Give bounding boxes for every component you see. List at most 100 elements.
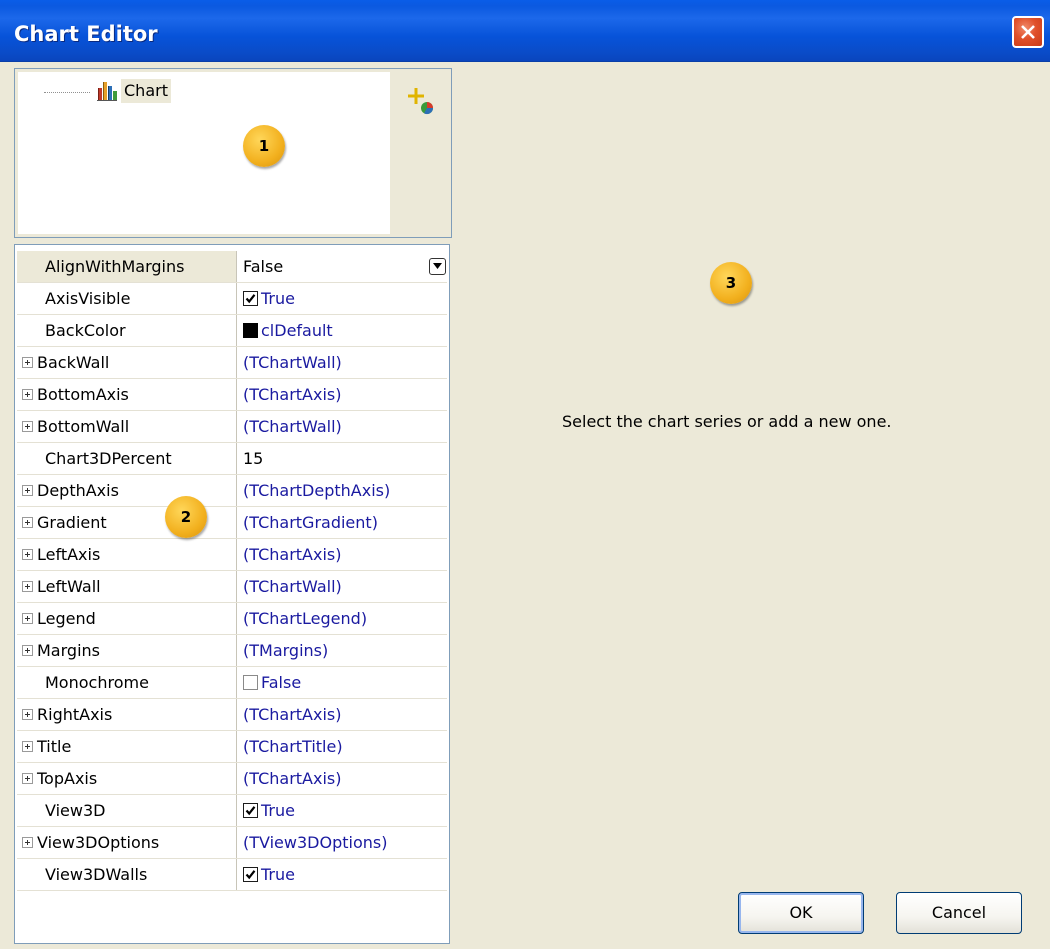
cancel-button[interactable]: Cancel xyxy=(896,892,1022,934)
checkbox-unchecked-icon[interactable] xyxy=(243,674,258,690)
property-value[interactable]: (TChartAxis) xyxy=(243,539,341,570)
property-name-cell[interactable]: Chart3DPercent xyxy=(17,443,237,474)
expand-plus-icon[interactable] xyxy=(22,709,33,720)
series-hint-text: Select the chart series or add a new one… xyxy=(562,412,892,431)
expand-plus-icon[interactable] xyxy=(22,645,33,656)
property-row[interactable]: Chart3DPercent 15 xyxy=(17,443,447,475)
checkbox-checked-icon[interactable] xyxy=(243,802,258,818)
property-name-cell[interactable]: BottomAxis xyxy=(17,379,237,410)
property-name-cell[interactable]: Legend xyxy=(17,603,237,634)
expand-plus-icon[interactable] xyxy=(22,773,33,784)
property-row[interactable]: LeftAxis (TChartAxis) xyxy=(17,539,447,571)
property-value-text: (TChartLegend) xyxy=(243,609,368,628)
property-name-cell[interactable]: DepthAxis xyxy=(17,475,237,506)
property-name: BackWall xyxy=(37,353,110,372)
property-value[interactable]: (TChartAxis) xyxy=(243,699,341,730)
property-value[interactable]: (TChartGradient) xyxy=(243,507,378,538)
property-name-cell[interactable]: View3DWalls xyxy=(17,859,237,890)
expand-plus-icon[interactable] xyxy=(22,549,33,560)
expand-plus-icon[interactable] xyxy=(22,485,33,496)
property-row[interactable]: Margins (TMargins) xyxy=(17,635,447,667)
expand-plus-icon[interactable] xyxy=(22,517,33,528)
property-value[interactable]: (TChartAxis) xyxy=(243,763,341,794)
property-name-cell[interactable]: Margins xyxy=(17,635,237,666)
property-row[interactable]: Title (TChartTitle) xyxy=(17,731,447,763)
property-value[interactable]: (TChartWall) xyxy=(243,411,342,442)
property-row[interactable]: Gradient (TChartGradient) xyxy=(17,507,447,539)
property-value[interactable]: False xyxy=(243,667,301,698)
property-row[interactable]: View3DOptions (TView3DOptions) xyxy=(17,827,447,859)
chart-tree-panel: Chart xyxy=(14,68,452,238)
property-value[interactable]: (TMargins) xyxy=(243,635,328,666)
property-grid-rows: AlignWithMargins False AxisVisible True Back… xyxy=(17,251,447,891)
property-name: DepthAxis xyxy=(37,481,119,500)
property-value[interactable]: clDefault xyxy=(243,315,333,346)
property-row[interactable]: BackWall (TChartWall) xyxy=(17,347,447,379)
property-name: Margins xyxy=(37,641,100,660)
property-value-text: (TChartAxis) xyxy=(243,705,342,724)
property-name-cell[interactable]: RightAxis xyxy=(17,699,237,730)
property-name-cell[interactable]: Monochrome xyxy=(17,667,237,698)
property-name: BottomWall xyxy=(37,417,130,436)
property-name-cell[interactable]: LeftWall xyxy=(17,571,237,602)
dropdown-arrow-button[interactable] xyxy=(429,258,446,275)
property-name: AxisVisible xyxy=(45,289,131,308)
close-button[interactable] xyxy=(1012,16,1044,48)
property-name-cell[interactable]: View3D xyxy=(17,795,237,826)
property-row[interactable]: View3D True xyxy=(17,795,447,827)
expand-plus-icon[interactable] xyxy=(22,581,33,592)
property-name-cell[interactable]: LeftAxis xyxy=(17,539,237,570)
expand-plus-icon[interactable] xyxy=(22,613,33,624)
callout-badge-2: 2 xyxy=(165,496,207,538)
property-value[interactable]: (TChartAxis) xyxy=(243,379,341,410)
property-row[interactable]: BackColor clDefault xyxy=(17,315,447,347)
add-series-icon[interactable] xyxy=(406,86,440,120)
property-name-cell[interactable]: BackColor xyxy=(17,315,237,346)
property-value[interactable]: False xyxy=(243,251,283,282)
property-name-cell[interactable]: View3DOptions xyxy=(17,827,237,858)
property-value[interactable]: True xyxy=(243,795,295,826)
property-row[interactable]: LeftWall (TChartWall) xyxy=(17,571,447,603)
ok-button[interactable]: OK xyxy=(738,892,864,934)
property-value[interactable]: (TChartTitle) xyxy=(243,731,343,762)
property-value-text: (TChartTitle) xyxy=(243,737,343,756)
property-value[interactable]: (TChartWall) xyxy=(243,571,342,602)
checkbox-checked-icon[interactable] xyxy=(243,290,258,306)
expand-plus-icon[interactable] xyxy=(22,837,33,848)
property-value-text: (TChartGradient) xyxy=(243,513,378,532)
property-name-cell[interactable]: TopAxis xyxy=(17,763,237,794)
property-value-text: False xyxy=(261,673,302,692)
property-name-cell[interactable]: AlignWithMargins xyxy=(17,251,237,282)
property-value[interactable]: (TChartDepthAxis) xyxy=(243,475,390,506)
property-row[interactable]: AlignWithMargins False xyxy=(17,251,447,283)
property-name-cell[interactable]: BottomWall xyxy=(17,411,237,442)
property-value[interactable]: 15 xyxy=(243,443,263,474)
property-row[interactable]: DepthAxis (TChartDepthAxis) xyxy=(17,475,447,507)
property-row[interactable]: BottomWall (TChartWall) xyxy=(17,411,447,443)
expand-plus-icon[interactable] xyxy=(22,389,33,400)
property-row[interactable]: View3DWalls True xyxy=(17,859,447,891)
property-name-cell[interactable]: AxisVisible xyxy=(17,283,237,314)
property-row[interactable]: Legend (TChartLegend) xyxy=(17,603,447,635)
property-value[interactable]: True xyxy=(243,859,295,890)
property-name: Monochrome xyxy=(45,673,149,692)
expand-plus-icon[interactable] xyxy=(22,421,33,432)
property-value[interactable]: (TChartLegend) xyxy=(243,603,367,634)
property-row[interactable]: TopAxis (TChartAxis) xyxy=(17,763,447,795)
checkbox-checked-icon[interactable] xyxy=(243,866,258,882)
close-icon xyxy=(1021,25,1035,39)
expand-plus-icon[interactable] xyxy=(22,741,33,752)
property-row[interactable]: BottomAxis (TChartAxis) xyxy=(17,379,447,411)
property-row[interactable]: Monochrome False xyxy=(17,667,447,699)
property-value-text: False xyxy=(243,257,284,276)
property-value[interactable]: (TView3DOptions) xyxy=(243,827,387,858)
tree-item-chart[interactable]: Chart xyxy=(121,79,171,103)
property-row[interactable]: AxisVisible True xyxy=(17,283,447,315)
property-value[interactable]: (TChartWall) xyxy=(243,347,342,378)
expand-plus-icon[interactable] xyxy=(22,357,33,368)
property-row[interactable]: RightAxis (TChartAxis) xyxy=(17,699,447,731)
property-name-cell[interactable]: Title xyxy=(17,731,237,762)
property-name-cell[interactable]: BackWall xyxy=(17,347,237,378)
property-value-text: (TChartWall) xyxy=(243,577,342,596)
property-value[interactable]: True xyxy=(243,283,295,314)
